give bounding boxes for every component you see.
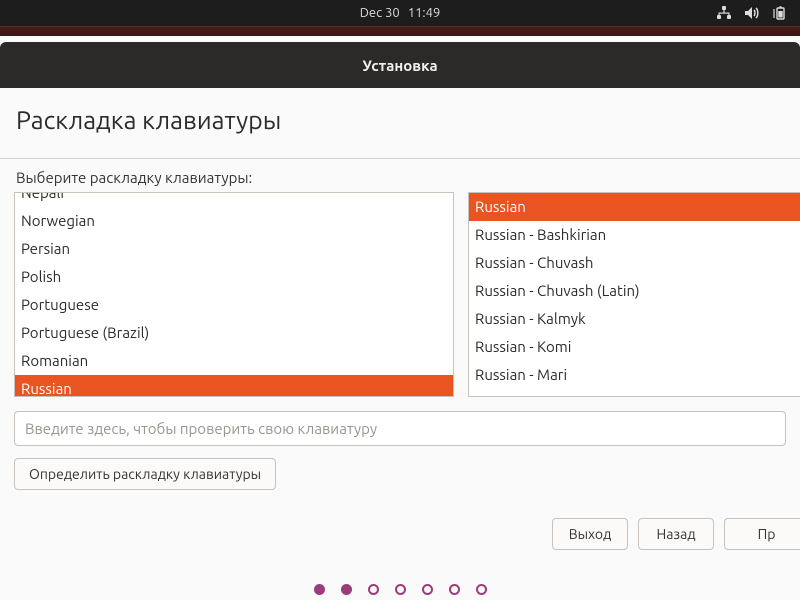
- list-item[interactable]: Russian - Bashkirian: [469, 221, 800, 249]
- list-item[interactable]: Romanian: [15, 347, 453, 375]
- progress-pager: [0, 584, 800, 595]
- clock: Dec 30 11:49: [360, 6, 441, 20]
- detect-layout-button[interactable]: Определить раскладку клавиатуры: [14, 458, 276, 490]
- quit-button[interactable]: Выход: [552, 518, 628, 550]
- list-item[interactable]: Russian - Ossetian (Win keys): [469, 389, 800, 396]
- window-titlebar: Установка: [0, 42, 800, 88]
- pager-dot: [422, 584, 433, 595]
- layout-language-list[interactable]: NepaliNorwegianPersianPolishPortuguesePo…: [14, 192, 454, 397]
- keyboard-test-input[interactable]: [14, 411, 786, 446]
- list-item[interactable]: Russian: [15, 375, 453, 396]
- window-decoration-strip: [0, 26, 800, 36]
- continue-button[interactable]: Пр: [724, 518, 800, 550]
- divider: [0, 158, 800, 159]
- battery-icon[interactable]: [772, 6, 790, 20]
- system-top-bar: Dec 30 11:49: [0, 0, 800, 26]
- list-item[interactable]: Russian - Chuvash (Latin): [469, 277, 800, 305]
- pager-dot: [368, 584, 379, 595]
- pager-dot: [341, 584, 352, 595]
- pager-dot: [476, 584, 487, 595]
- volume-icon[interactable]: [744, 6, 760, 20]
- page-title: Раскладка клавиатуры: [16, 106, 800, 134]
- list-item[interactable]: Nepali: [15, 193, 453, 207]
- date-label: Dec 30: [360, 6, 400, 20]
- window-title: Установка: [362, 57, 437, 74]
- list-item[interactable]: Russian - Chuvash: [469, 249, 800, 277]
- pager-dot: [449, 584, 460, 595]
- list-item[interactable]: Russian: [469, 193, 800, 221]
- list-item[interactable]: Norwegian: [15, 207, 453, 235]
- network-icon[interactable]: [716, 6, 732, 20]
- pager-dot: [395, 584, 406, 595]
- back-button[interactable]: Назад: [638, 518, 714, 550]
- list-item[interactable]: Russian - Komi: [469, 333, 800, 361]
- list-item[interactable]: Portuguese: [15, 291, 453, 319]
- list-item[interactable]: Russian - Kalmyk: [469, 305, 800, 333]
- list-item[interactable]: Polish: [15, 263, 453, 291]
- list-item[interactable]: Portuguese (Brazil): [15, 319, 453, 347]
- list-item[interactable]: Persian: [15, 235, 453, 263]
- layout-variant-list[interactable]: RussianRussian - BashkirianRussian - Chu…: [468, 192, 800, 397]
- pager-dot: [314, 584, 325, 595]
- time-label: 11:49: [408, 6, 441, 20]
- prompt-label: Выберите раскладку клавиатуры:: [16, 169, 800, 186]
- list-item[interactable]: Russian - Mari: [469, 361, 800, 389]
